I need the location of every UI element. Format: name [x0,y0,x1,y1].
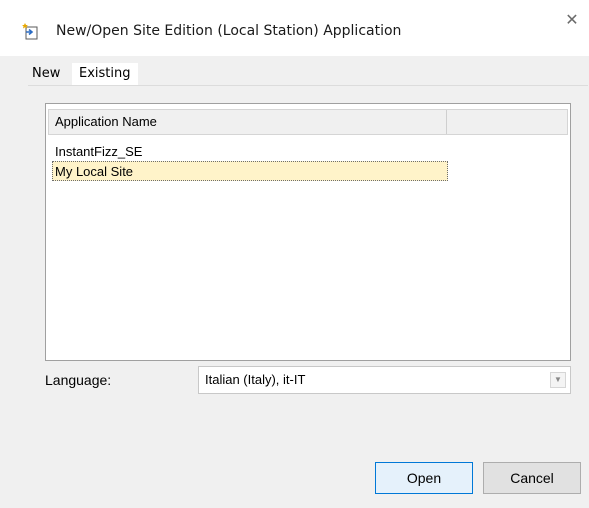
language-select[interactable]: Italian (Italy), it-IT ▼ [198,366,571,394]
dialog-window: New/Open Site Edition (Local Station) Ap… [0,0,589,508]
application-list[interactable]: Application Name InstantFizz_SE My Local… [45,103,571,361]
column-header-application-name[interactable]: Application Name [49,110,447,134]
close-icon[interactable]: ✕ [555,8,589,34]
list-item[interactable]: InstantFizz_SE [52,142,448,162]
title-bar: New/Open Site Edition (Local Station) Ap… [0,0,589,56]
language-label: Language: [45,372,112,388]
chevron-down-icon[interactable]: ▼ [550,372,566,388]
list-item-selected[interactable]: My Local Site [52,161,448,181]
column-header-empty[interactable] [447,110,567,134]
language-value: Italian (Italy), it-IT [205,372,306,387]
list-header: Application Name [48,109,568,135]
open-button[interactable]: Open [375,462,473,494]
new-application-icon [22,22,40,40]
tab-existing[interactable]: Existing [72,63,138,85]
window-title: New/Open Site Edition (Local Station) Ap… [56,23,402,39]
tab-new[interactable]: New [32,63,60,85]
cancel-button[interactable]: Cancel [483,462,581,494]
